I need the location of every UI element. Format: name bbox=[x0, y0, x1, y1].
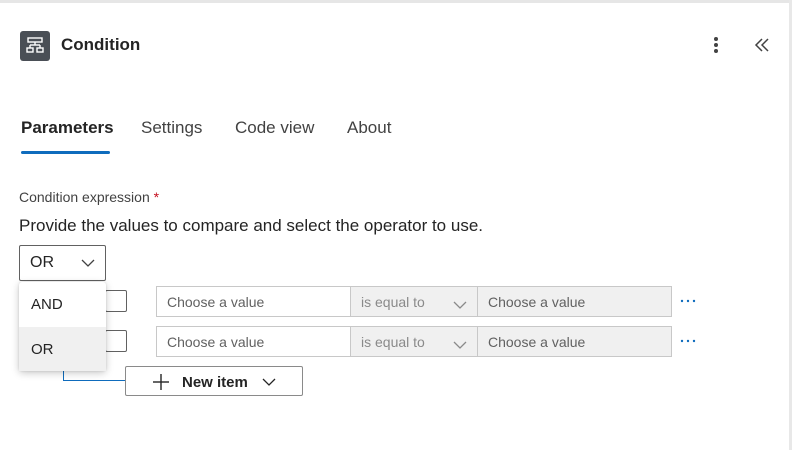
plus-icon bbox=[153, 374, 169, 390]
row-more-options-icon[interactable] bbox=[678, 333, 700, 349]
row-more-options-icon[interactable] bbox=[678, 293, 700, 309]
chevron-down-icon bbox=[453, 301, 467, 309]
group-operator-select[interactable]: OR bbox=[19, 245, 106, 281]
tab-about[interactable]: About bbox=[347, 118, 391, 138]
active-tab-indicator bbox=[21, 151, 110, 154]
comparison-operator-value: is equal to bbox=[361, 333, 425, 350]
panel-top-border bbox=[0, 0, 792, 3]
chevron-down-icon bbox=[81, 259, 95, 267]
more-options-button[interactable] bbox=[706, 33, 726, 57]
group-operator-value: OR bbox=[30, 254, 54, 271]
tab-settings[interactable]: Settings bbox=[141, 118, 202, 138]
condition-icon bbox=[20, 31, 50, 61]
group-operator-menu: AND OR bbox=[19, 282, 106, 371]
condition-description: Provide the values to compare and select… bbox=[19, 216, 483, 235]
menu-option-and[interactable]: AND bbox=[19, 282, 106, 326]
right-value-input[interactable]: Choose a value bbox=[477, 326, 672, 357]
left-value-input[interactable]: Choose a value bbox=[156, 286, 351, 317]
tab-code-view[interactable]: Code view bbox=[235, 118, 314, 138]
menu-option-or[interactable]: OR bbox=[19, 327, 106, 371]
tab-parameters[interactable]: Parameters bbox=[21, 118, 114, 138]
comparison-operator-value: is equal to bbox=[361, 293, 425, 310]
condition-expression-label: Condition expression * bbox=[19, 189, 159, 205]
panel-title: Condition bbox=[61, 35, 141, 54]
comparison-operator-dropdown[interactable]: is equal to bbox=[350, 326, 478, 357]
chevron-down-icon bbox=[453, 341, 467, 349]
comparison-operator-dropdown[interactable]: is equal to bbox=[350, 286, 478, 317]
row-checkbox[interactable] bbox=[105, 330, 127, 352]
row-checkbox[interactable] bbox=[105, 290, 127, 312]
new-item-button[interactable]: New item bbox=[125, 366, 303, 396]
condition-expression-label-text: Condition expression bbox=[19, 189, 150, 205]
new-item-label: New item bbox=[182, 374, 248, 391]
tree-connector-horizontal bbox=[63, 380, 125, 381]
collapse-panel-button[interactable] bbox=[750, 33, 774, 57]
double-chevron-left-icon bbox=[754, 38, 769, 52]
left-value-input[interactable]: Choose a value bbox=[156, 326, 351, 357]
right-value-input[interactable]: Choose a value bbox=[477, 286, 672, 317]
required-marker: * bbox=[153, 189, 160, 205]
chevron-down-icon bbox=[262, 378, 276, 386]
more-vertical-icon bbox=[714, 37, 718, 53]
